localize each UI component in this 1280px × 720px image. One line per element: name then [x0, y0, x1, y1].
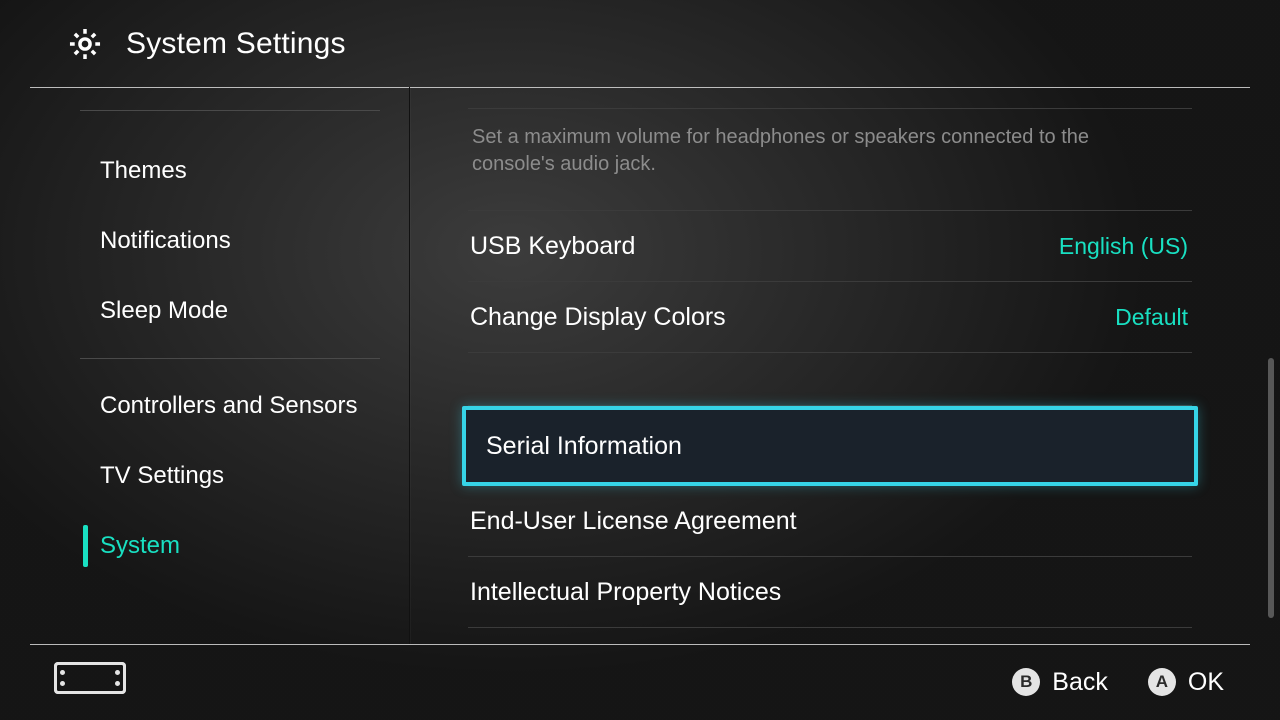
sidebar-item-notifications[interactable]: Notifications — [80, 206, 380, 276]
option-value: English (US) — [1059, 233, 1188, 260]
sidebar-divider — [80, 358, 380, 359]
sidebar-item-label: Notifications — [100, 227, 231, 255]
option-label: USB Keyboard — [470, 232, 635, 261]
sidebar-group-2: Controllers and Sensors TV Settings Syst… — [0, 371, 410, 581]
sidebar-item-controllers-and-sensors[interactable]: Controllers and Sensors — [80, 371, 380, 441]
sidebar-item-label: TV Settings — [100, 462, 224, 490]
option-label: Change Display Colors — [470, 303, 726, 332]
list-item-label: Serial Information — [486, 432, 682, 461]
list-item-eula[interactable]: End-User License Agreement — [468, 486, 1192, 557]
option-usb-keyboard[interactable]: USB Keyboard English (US) — [468, 211, 1192, 282]
sidebar-item-sleep-mode[interactable]: Sleep Mode — [80, 276, 380, 346]
controller-indicator — [54, 662, 126, 694]
scrollbar[interactable] — [1268, 358, 1274, 618]
sidebar: Themes Notifications Sleep Mode Controll… — [0, 88, 410, 644]
b-button-icon: B — [1012, 668, 1040, 696]
back-button[interactable]: B Back — [1012, 668, 1108, 697]
sidebar-item-label: Themes — [100, 157, 187, 185]
main: Set a maximum volume for headphones or s… — [410, 88, 1280, 644]
ok-label: OK — [1188, 668, 1224, 697]
list-item-label: Intellectual Property Notices — [470, 578, 781, 607]
controller-icon — [54, 662, 126, 694]
option-change-display-colors[interactable]: Change Display Colors Default — [468, 282, 1192, 353]
sidebar-item-label: System — [100, 532, 180, 560]
sidebar-item-label: Sleep Mode — [100, 297, 228, 325]
sidebar-item-themes[interactable]: Themes — [80, 136, 380, 206]
sidebar-group-1: Themes Notifications Sleep Mode — [0, 136, 410, 346]
hint-text: Set a maximum volume for headphones or s… — [468, 109, 1118, 178]
sidebar-divider — [80, 110, 380, 111]
back-label: Back — [1052, 668, 1108, 697]
a-button-icon: A — [1148, 668, 1176, 696]
list-item-label: End-User License Agreement — [470, 507, 797, 536]
option-value: Default — [1115, 304, 1188, 331]
list-item-serial-information[interactable]: Serial Information — [462, 406, 1198, 486]
ok-button[interactable]: A OK — [1148, 668, 1224, 697]
sidebar-item-tv-settings[interactable]: TV Settings — [80, 441, 380, 511]
header: System Settings — [0, 0, 1280, 88]
footer: B Back A OK — [0, 644, 1280, 720]
sidebar-item-label: Controllers and Sensors — [100, 392, 357, 420]
sidebar-item-system[interactable]: System — [80, 511, 380, 581]
page-title: System Settings — [126, 27, 346, 61]
body: Themes Notifications Sleep Mode Controll… — [0, 88, 1280, 644]
gear-icon — [66, 25, 104, 63]
footer-hints: B Back A OK — [1012, 644, 1224, 720]
list-item-ip-notices[interactable]: Intellectual Property Notices — [468, 557, 1192, 628]
